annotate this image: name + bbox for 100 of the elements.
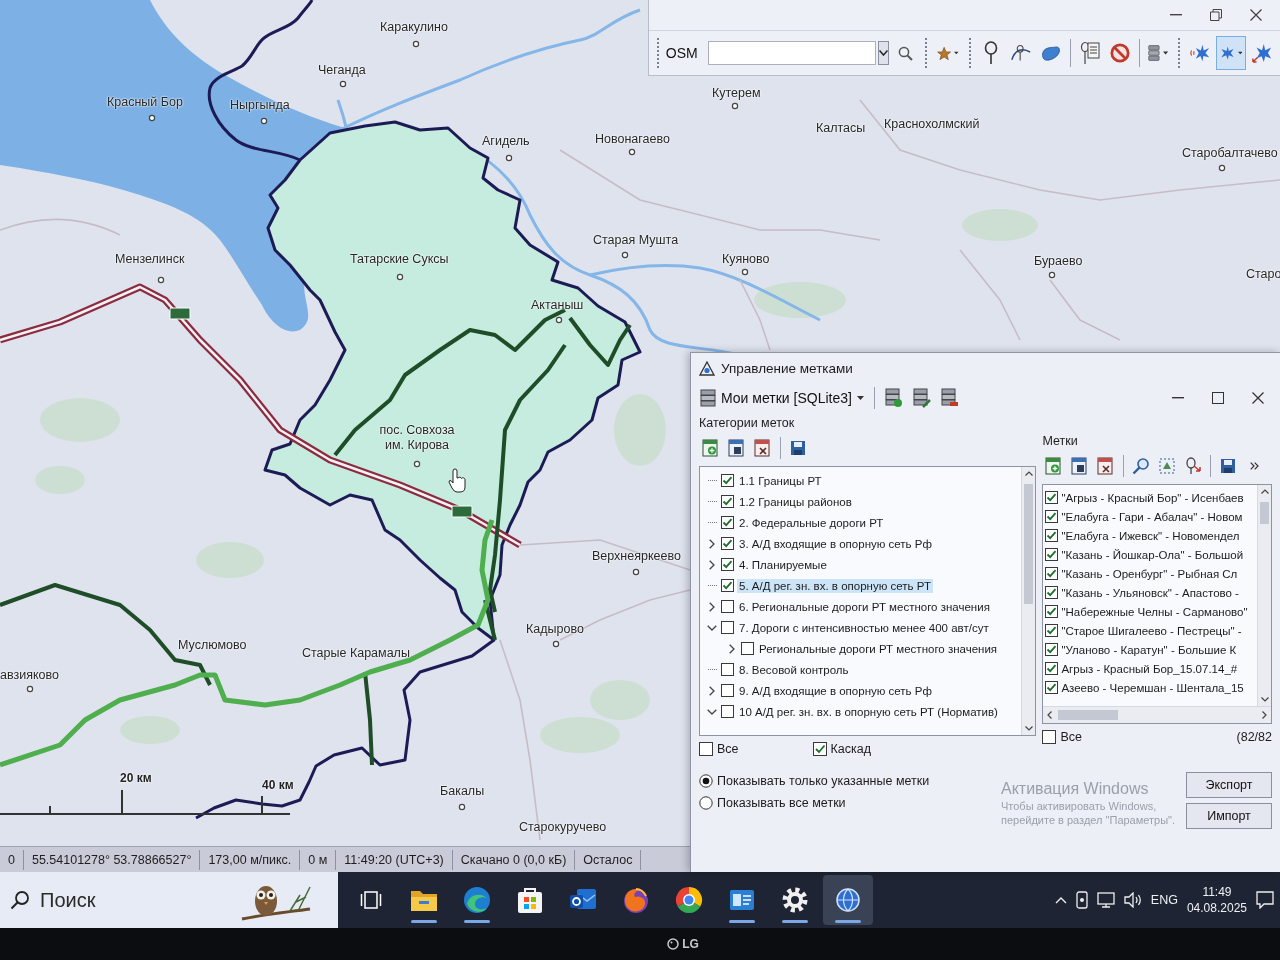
- map-source-dropdown[interactable]: OSM: [665, 36, 702, 70]
- tree-item[interactable]: 3. А/Д входящие в опорную сеть Рф: [737, 536, 934, 551]
- checkbox[interactable]: [1042, 730, 1057, 744]
- mark-item[interactable]: "Елабуга - Ижевск" - Новомендел: [1061, 529, 1240, 542]
- scrollbar[interactable]: [1043, 706, 1271, 723]
- tree-item[interactable]: 4. Планируемые: [737, 557, 829, 572]
- checkbox[interactable]: [1045, 491, 1059, 504]
- checkbox-label[interactable]: Каскад: [830, 742, 872, 756]
- phone-icon[interactable]: [1075, 891, 1088, 909]
- checkbox[interactable]: [721, 663, 734, 676]
- town-marker-icon: [628, 148, 636, 156]
- mark-item[interactable]: Агрыз - Красный Бор_15.07.14_#: [1061, 662, 1238, 675]
- search-field[interactable]: [707, 41, 876, 65]
- taskbar-app-button[interactable]: [823, 875, 873, 925]
- task-view-icon: [360, 889, 382, 911]
- checkbox[interactable]: [721, 516, 734, 529]
- checkbox[interactable]: [721, 474, 734, 487]
- scrollbar-thumb[interactable]: [1058, 710, 1119, 720]
- mark-item[interactable]: "Старое Шигалеево - Пестрецы" -: [1061, 624, 1242, 637]
- place-label: Старые Карамалы: [302, 646, 410, 661]
- place-label: Бакалы: [440, 784, 485, 799]
- dialog-button[interactable]: Экспорт: [1186, 772, 1272, 798]
- mark-item[interactable]: "Казань - Ульяновск" - Апастово -: [1061, 586, 1239, 599]
- splash-arrow-icon: [1252, 42, 1273, 64]
- dialog-button[interactable]: Импорт: [1186, 803, 1272, 829]
- checkbox[interactable]: [1045, 643, 1059, 656]
- tree-item[interactable]: 2. Федеральные дороги РТ: [737, 515, 886, 530]
- checkbox[interactable]: [721, 684, 734, 697]
- checkbox[interactable]: [699, 742, 713, 756]
- checkbox[interactable]: [1045, 662, 1059, 675]
- monitor-icon[interactable]: [1096, 892, 1115, 908]
- chevron-right-icon[interactable]: [709, 559, 715, 570]
- tree-item[interactable]: 1.1 Границы РТ: [737, 473, 824, 488]
- tree-item[interactable]: 1.2 Границы районов: [737, 494, 854, 509]
- checkbox[interactable]: [721, 537, 734, 550]
- caret-icon: [1163, 51, 1169, 55]
- chevron-down-icon: [1260, 697, 1269, 702]
- checkbox[interactable]: [721, 558, 734, 571]
- checkbox[interactable]: [721, 495, 734, 508]
- dropdown-button[interactable]: [877, 41, 890, 65]
- mark-item[interactable]: "Уланово - Каратун" - Большие К: [1061, 643, 1237, 656]
- minor-road-line: [1049, 279, 1121, 341]
- checkbox[interactable]: [721, 600, 734, 613]
- checkbox[interactable]: [721, 621, 734, 634]
- speaker-icon[interactable]: [1123, 892, 1142, 908]
- clock-date[interactable]: 04.08.2025: [1186, 900, 1247, 916]
- tree-item[interactable]: Региональные дороги РТ местного значения: [757, 641, 1000, 656]
- checkbox[interactable]: [812, 742, 827, 756]
- tree-item[interactable]: 8. Весовой контроль: [737, 662, 851, 677]
- scrollbar-thumb[interactable]: [1024, 484, 1034, 604]
- language-indicator[interactable]: ENG: [1150, 893, 1178, 907]
- chevron-right-icon[interactable]: [709, 601, 715, 612]
- checkbox[interactable]: [1045, 567, 1059, 580]
- chevron-down-icon[interactable]: [707, 708, 717, 715]
- checkbox[interactable]: [1045, 586, 1059, 599]
- tree-item[interactable]: 6. Региональные дороги РТ местного значения: [737, 599, 992, 614]
- mark-item[interactable]: "Казань - Йошкар-Ола" - Большой: [1061, 548, 1244, 561]
- radio-label[interactable]: Показывать только указанные метки: [717, 774, 930, 788]
- tree-item[interactable]: 7. Дороги с интенсивностью менее 400 авт/сут: [737, 620, 991, 635]
- forbidden-icon: [1109, 42, 1130, 64]
- chevron-down-icon[interactable]: [707, 624, 717, 631]
- scrollbar[interactable]: [1021, 467, 1036, 735]
- radio-label[interactable]: Показывать все метки: [717, 796, 846, 810]
- chevron-right-icon[interactable]: [709, 538, 715, 549]
- notification-icon[interactable]: [1256, 891, 1274, 909]
- search-field[interactable]: Поиск: [40, 888, 230, 912]
- scrollbar[interactable]: [1257, 485, 1271, 706]
- tree-item[interactable]: 5. А/Д рег. зн. вх. в опорную сеть РТ: [737, 578, 933, 593]
- checkbox[interactable]: [1045, 681, 1059, 694]
- mark-item[interactable]: "Елабуга - Гари - Абалач" - Новом: [1061, 510, 1243, 523]
- checkbox[interactable]: [721, 579, 734, 592]
- radio-button[interactable]: [699, 796, 713, 810]
- mark-item[interactable]: "Набережные Челны - Сарманово": [1061, 605, 1248, 618]
- forest-area: [120, 716, 180, 744]
- tree-item[interactable]: 10 А/Д рег. зн. вх. в опорную сеть РТ (Норматив): [737, 704, 1000, 719]
- scrollbar-thumb[interactable]: [1260, 502, 1269, 524]
- navigation-mode-button[interactable]: [1216, 36, 1247, 70]
- activation-title: Активация Windows: [1001, 779, 1150, 799]
- tree-item[interactable]: 9. А/Д входящие в опорную сеть Рф: [737, 683, 934, 698]
- radio-button[interactable]: [699, 774, 713, 788]
- checkbox-label[interactable]: Все: [717, 742, 739, 756]
- mark-item[interactable]: Азеево - Черемшан - Шентала_15: [1061, 681, 1244, 694]
- mark-item[interactable]: "Казань - Оренбург" - Рыбная Сл: [1061, 567, 1238, 580]
- checkbox[interactable]: [721, 705, 734, 718]
- checkbox[interactable]: [741, 642, 754, 655]
- checkbox-label[interactable]: Все: [1060, 730, 1082, 744]
- gear-icon: [782, 887, 808, 913]
- clock-time[interactable]: 11:49: [1202, 884, 1232, 900]
- database-dropdown[interactable]: Мои метки [SQLite3]: [697, 387, 867, 409]
- checkbox[interactable]: [1045, 510, 1059, 523]
- checkbox[interactable]: [1045, 605, 1059, 618]
- checkbox[interactable]: [1045, 624, 1059, 637]
- chevron-up-icon[interactable]: [1054, 896, 1067, 904]
- activation-text: Чтобы активировать Windows, перейдите в раздел "Параметры".: [1001, 799, 1177, 827]
- mark-item[interactable]: "Агрыз - Красный Бор" - Исенбаев: [1061, 491, 1244, 504]
- chevron-right-icon[interactable]: [709, 685, 715, 696]
- stack-icon: [1148, 42, 1161, 64]
- chevron-right-icon[interactable]: [729, 643, 735, 654]
- checkbox[interactable]: [1045, 548, 1059, 561]
- checkbox[interactable]: [1045, 529, 1059, 542]
